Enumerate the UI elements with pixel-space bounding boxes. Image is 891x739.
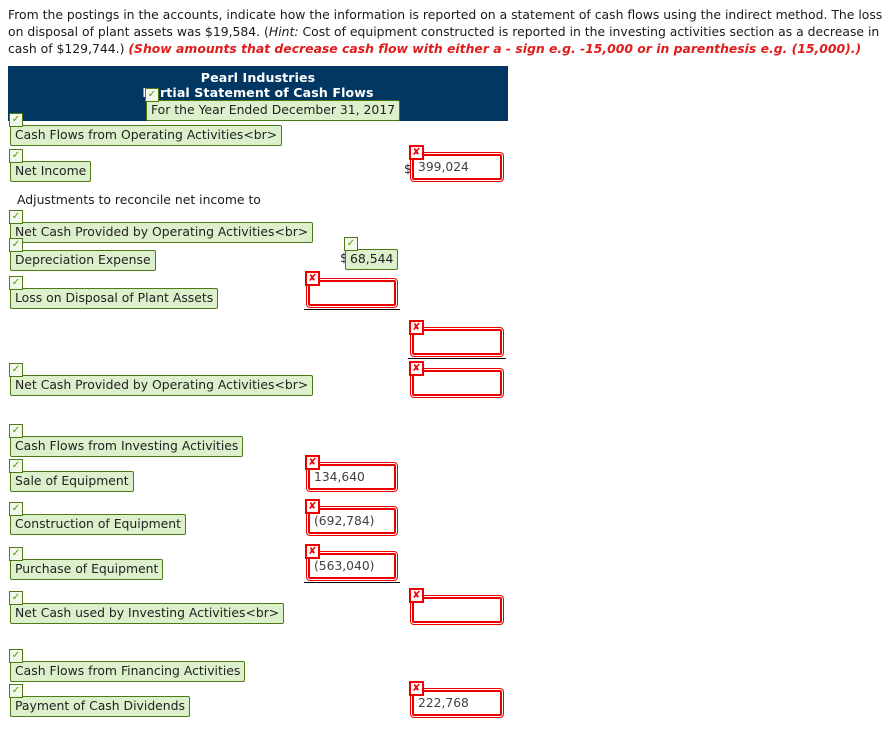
incorrect-icon: ✘	[305, 499, 320, 514]
period-label: For the Year Ended December 31, 2017	[151, 102, 396, 117]
purchase-of-equipment-pill[interactable]: ✓ Purchase of Equipment	[9, 547, 164, 580]
subtotal-underline	[304, 309, 400, 310]
incorrect-icon: ✘	[305, 271, 320, 286]
net-income-label: Net Income	[15, 163, 87, 178]
check-icon: ✓	[9, 591, 23, 605]
company-name: Pearl Industries	[200, 70, 316, 85]
net-cash-operating-total-label: Net Cash Provided by Operating Activitie…	[15, 377, 309, 392]
period-answer-pill[interactable]: ✓ For the Year Ended December 31, 2017	[145, 88, 401, 121]
check-icon: ✓	[9, 276, 23, 290]
payment-of-dividends-pill[interactable]: ✓ Payment of Cash Dividends	[9, 684, 190, 717]
incorrect-icon: ✘	[409, 361, 424, 376]
subtotal-underline	[408, 358, 506, 359]
sale-of-equipment-label: Sale of Equipment	[15, 473, 129, 488]
sale-of-equipment-input[interactable]	[309, 465, 395, 489]
check-icon: ✓	[9, 547, 23, 561]
incorrect-icon: ✘	[305, 544, 320, 559]
instructions-paragraph: From the postings in the accounts, indic…	[0, 0, 891, 57]
net-cash-operating-total-input[interactable]	[413, 371, 501, 395]
investing-activities-header-label: Cash Flows from Investing Activities	[15, 438, 239, 453]
instructions-red-note: (Show amounts that decrease cash flow wi…	[128, 41, 862, 56]
construction-of-equipment-input[interactable]	[309, 509, 395, 533]
check-icon: ✓	[9, 149, 23, 163]
adjustment-blank-input[interactable]	[413, 330, 501, 354]
check-icon: ✓	[9, 649, 23, 663]
purchase-of-equipment-input[interactable]	[309, 554, 395, 578]
net-cash-investing-input-box[interactable]: ✘	[409, 588, 504, 625]
loss-on-disposal-label: Loss on Disposal of Plant Assets	[15, 290, 214, 305]
purchase-of-equipment-label: Purchase of Equipment	[15, 561, 159, 576]
check-icon: ✓	[145, 88, 159, 102]
investing-activities-header-pill[interactable]: ✓ Cash Flows from Investing Activities	[9, 424, 244, 457]
financing-activities-header-pill[interactable]: ✓ Cash Flows from Financing Activities	[9, 649, 246, 682]
payment-of-dividends-input-box[interactable]: ✘	[409, 681, 504, 718]
check-icon: ✓	[344, 237, 358, 251]
financing-activities-header-label: Cash Flows from Financing Activities	[15, 663, 241, 678]
check-icon: ✓	[9, 502, 23, 516]
construction-of-equipment-input-box[interactable]: ✘	[305, 499, 398, 536]
payment-of-dividends-input[interactable]	[413, 691, 501, 715]
payment-of-dividends-label: Payment of Cash Dividends	[15, 698, 185, 713]
net-income-pill[interactable]: ✓ Net Income	[9, 149, 92, 182]
net-cash-operating-subheader-pill[interactable]: ✓ Net Cash Provided by Operating Activit…	[9, 210, 314, 243]
depreciation-expense-label: Depreciation Expense	[15, 252, 151, 267]
sale-of-equipment-pill[interactable]: ✓ Sale of Equipment	[9, 459, 134, 492]
incorrect-icon: ✘	[409, 588, 424, 603]
adjustments-text: Adjustments to reconcile net income to	[17, 192, 261, 207]
purchase-of-equipment-input-box[interactable]: ✘	[305, 544, 398, 581]
check-icon: ✓	[9, 459, 23, 473]
incorrect-icon: ✘	[409, 320, 424, 335]
check-icon: ✓	[9, 238, 23, 252]
check-icon: ✓	[9, 363, 23, 377]
net-cash-investing-label: Net Cash used by Investing Activities<br…	[15, 605, 280, 620]
loss-on-disposal-pill[interactable]: ✓ Loss on Disposal of Plant Assets	[9, 276, 219, 309]
instructions-hint-label: Hint:	[268, 24, 299, 39]
subtotal-underline	[304, 582, 400, 583]
incorrect-icon: ✘	[409, 681, 424, 696]
check-icon: ✓	[9, 684, 23, 698]
depreciation-expense-pill[interactable]: ✓ Depreciation Expense	[9, 238, 156, 271]
net-cash-operating-total-pill[interactable]: ✓ Net Cash Provided by Operating Activit…	[9, 363, 314, 396]
operating-activities-header-label: Cash Flows from Operating Activities<br>	[15, 127, 278, 142]
net-income-input[interactable]	[413, 155, 501, 179]
operating-activities-header-pill[interactable]: ✓ Cash Flows from Operating Activities<b…	[9, 113, 283, 146]
net-income-input-box[interactable]: ✘	[409, 145, 504, 182]
net-cash-operating-total-input-box[interactable]: ✘	[409, 361, 504, 398]
incorrect-icon: ✘	[305, 455, 320, 470]
incorrect-icon: ✘	[409, 145, 424, 160]
net-cash-operating-subheader-label: Net Cash Provided by Operating Activitie…	[15, 224, 309, 239]
depreciation-expense-value-pill[interactable]: ✓ 68,544	[344, 237, 399, 270]
check-icon: ✓	[9, 210, 23, 224]
adjustment-blank-input-box[interactable]: ✘	[409, 320, 504, 357]
net-cash-investing-input[interactable]	[413, 598, 501, 622]
loss-on-disposal-input[interactable]	[309, 281, 395, 305]
check-icon: ✓	[9, 424, 23, 438]
construction-of-equipment-pill[interactable]: ✓ Construction of Equipment	[9, 502, 186, 535]
net-cash-investing-pill[interactable]: ✓ Net Cash used by Investing Activities<…	[9, 591, 285, 624]
check-icon: ✓	[9, 113, 23, 127]
statement-title: Partial Statement of Cash Flows	[142, 85, 374, 100]
depreciation-expense-value: 68,544	[350, 251, 394, 266]
construction-of-equipment-label: Construction of Equipment	[15, 516, 181, 531]
loss-on-disposal-input-box[interactable]: ✘	[305, 271, 398, 308]
sale-of-equipment-input-box[interactable]: ✘	[305, 455, 398, 492]
